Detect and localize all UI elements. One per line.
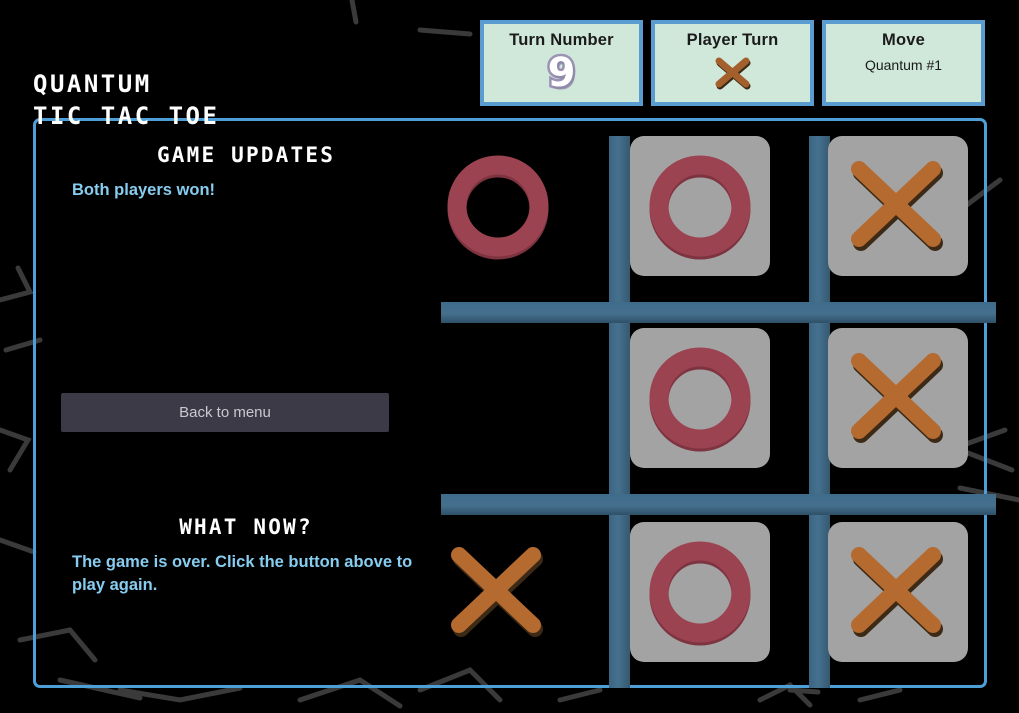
what-now-block: WHAT NOW? The game is over. Click the bu… bbox=[61, 515, 431, 597]
grid-line-horizontal-2 bbox=[441, 494, 996, 515]
board-cell-r0-c2[interactable] bbox=[828, 136, 968, 276]
player-turn-label: Player Turn bbox=[686, 31, 779, 49]
title-line-1: QUANTUM bbox=[33, 70, 152, 98]
back-to-menu-button[interactable]: Back to menu bbox=[61, 393, 389, 432]
grid-line-vertical-2 bbox=[809, 136, 830, 688]
turn-number-value: 9 bbox=[545, 49, 578, 96]
move-value: Quantum #1 bbox=[864, 57, 943, 73]
main-game-container: GAME UPDATES Both players won! Back to m… bbox=[33, 118, 996, 688]
status-panel-turn-number: Turn Number 9 bbox=[480, 20, 643, 106]
x-piece-icon bbox=[851, 161, 943, 251]
status-panel-move: Move Quantum #1 bbox=[822, 20, 985, 106]
x-piece-icon bbox=[451, 547, 543, 637]
game-updates-text: Both players won! bbox=[72, 181, 216, 199]
board-cell-r2-c0[interactable] bbox=[428, 522, 568, 662]
board-cell-r1-c2[interactable] bbox=[828, 328, 968, 468]
move-label: Move bbox=[882, 31, 925, 49]
game-board[interactable] bbox=[408, 128, 996, 688]
x-mark-icon bbox=[715, 57, 750, 89]
what-now-text: The game is over. Click the button above… bbox=[72, 553, 413, 594]
o-piece-icon bbox=[649, 347, 751, 452]
grid-line-vertical-1 bbox=[609, 136, 630, 688]
x-piece-icon bbox=[851, 353, 943, 443]
grid-line-horizontal-1 bbox=[441, 302, 996, 323]
player-turn-value-wrap bbox=[655, 51, 810, 102]
board-cell-r2-c2[interactable] bbox=[828, 522, 968, 662]
back-to-menu-label: Back to menu bbox=[179, 404, 271, 421]
board-cell-r0-c0[interactable] bbox=[428, 136, 568, 276]
o-piece-icon bbox=[447, 155, 549, 260]
x-piece-icon bbox=[851, 547, 943, 637]
what-now-heading: WHAT NOW? bbox=[179, 515, 313, 539]
title-line-2: TIC TAC TOE bbox=[33, 102, 220, 130]
page-title: QUANTUM TIC TAC TOE bbox=[33, 36, 219, 164]
header-status-panels: Turn Number 9 Player Turn Move Quantum #… bbox=[480, 20, 985, 106]
board-cell-r1-c1[interactable] bbox=[630, 328, 770, 468]
o-piece-icon bbox=[649, 541, 751, 646]
board-cell-r0-c1[interactable] bbox=[630, 136, 770, 276]
turn-number-label: Turn Number bbox=[509, 31, 614, 49]
status-panel-player-turn: Player Turn bbox=[651, 20, 814, 106]
turn-number-value-wrap: 9 bbox=[484, 49, 639, 102]
board-cell-r2-c1[interactable] bbox=[630, 522, 770, 662]
o-piece-icon bbox=[649, 155, 751, 260]
board-cell-r1-c0[interactable] bbox=[428, 328, 568, 468]
